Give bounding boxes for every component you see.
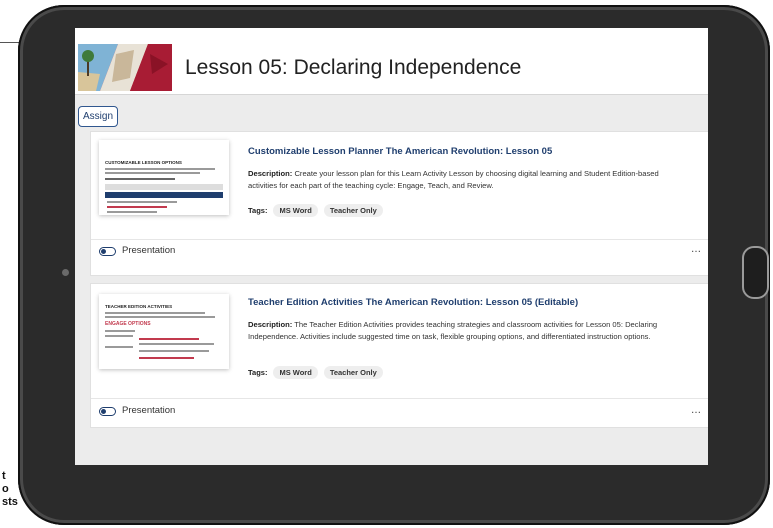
description-text: Create your lesson plan for this Learn A… — [248, 169, 659, 190]
card-body: CUSTOMIZABLE LESSON OPTIONS Customizable… — [91, 132, 708, 240]
toggle-switch-icon — [101, 249, 106, 254]
tags-label: Tags: — [248, 368, 268, 377]
thumbnail-heading: CUSTOMIZABLE LESSON OPTIONS — [105, 160, 182, 165]
thumbnail-subheading: ENGAGE OPTIONS — [105, 321, 151, 327]
page-edge-text-line: t — [2, 470, 6, 482]
card-body: TEACHER EDITION ACTIVITIES ENGAGE OPTION… — [91, 284, 708, 399]
resource-description: Description: The Teacher Edition Activit… — [248, 319, 688, 343]
assign-button[interactable]: Assign — [78, 106, 118, 127]
tags-row: Tags: MS Word Teacher Only — [248, 204, 383, 217]
page-title: Lesson 05: Declaring Independence — [185, 56, 522, 79]
resource-card: CUSTOMIZABLE LESSON OPTIONS Customizable… — [90, 131, 708, 276]
tag-badge: MS Word — [273, 366, 318, 379]
presentation-toggle[interactable] — [99, 407, 116, 416]
tags-row: Tags: MS Word Teacher Only — [248, 366, 383, 379]
tag-badge: MS Word — [273, 204, 318, 217]
document-thumbnail[interactable]: CUSTOMIZABLE LESSON OPTIONS — [99, 140, 229, 215]
lesson-header: Lesson 05: Declaring Independence — [75, 28, 708, 95]
document-thumbnail[interactable]: TEACHER EDITION ACTIVITIES ENGAGE OPTION… — [99, 294, 229, 369]
resource-title-link[interactable]: Teacher Edition Activities The American … — [248, 297, 578, 308]
resource-description: Description: Create your lesson plan for… — [248, 168, 688, 192]
description-label: Description: — [248, 169, 293, 178]
tablet-screen: Lesson 05: Declaring Independence Assign… — [75, 28, 708, 465]
resource-card: TEACHER EDITION ACTIVITIES ENGAGE OPTION… — [90, 283, 708, 428]
tag-badge: Teacher Only — [323, 366, 383, 379]
page-edge-text-line: sts — [2, 496, 18, 508]
description-label: Description: — [248, 320, 293, 329]
toggle-label: Presentation — [122, 245, 176, 256]
tags-label: Tags: — [248, 206, 268, 215]
home-button[interactable] — [742, 246, 769, 299]
description-text: The Teacher Edition Activities provides … — [248, 320, 658, 341]
toggle-label: Presentation — [122, 405, 176, 416]
tag-badge: Teacher Only — [323, 204, 383, 217]
more-options-icon[interactable]: … — [691, 405, 701, 416]
camera-icon — [62, 269, 69, 276]
toggle-switch-icon — [101, 409, 106, 414]
resource-title-link[interactable]: Customizable Lesson Planner The American… — [248, 146, 552, 157]
lesson-thumbnail — [78, 44, 172, 91]
thumbnail-heading: TEACHER EDITION ACTIVITIES — [105, 304, 173, 309]
more-options-icon[interactable]: … — [691, 244, 701, 255]
page-edge-text: t o sts — [2, 470, 18, 509]
presentation-toggle[interactable] — [99, 247, 116, 256]
page-edge-text-line: o — [2, 483, 9, 495]
